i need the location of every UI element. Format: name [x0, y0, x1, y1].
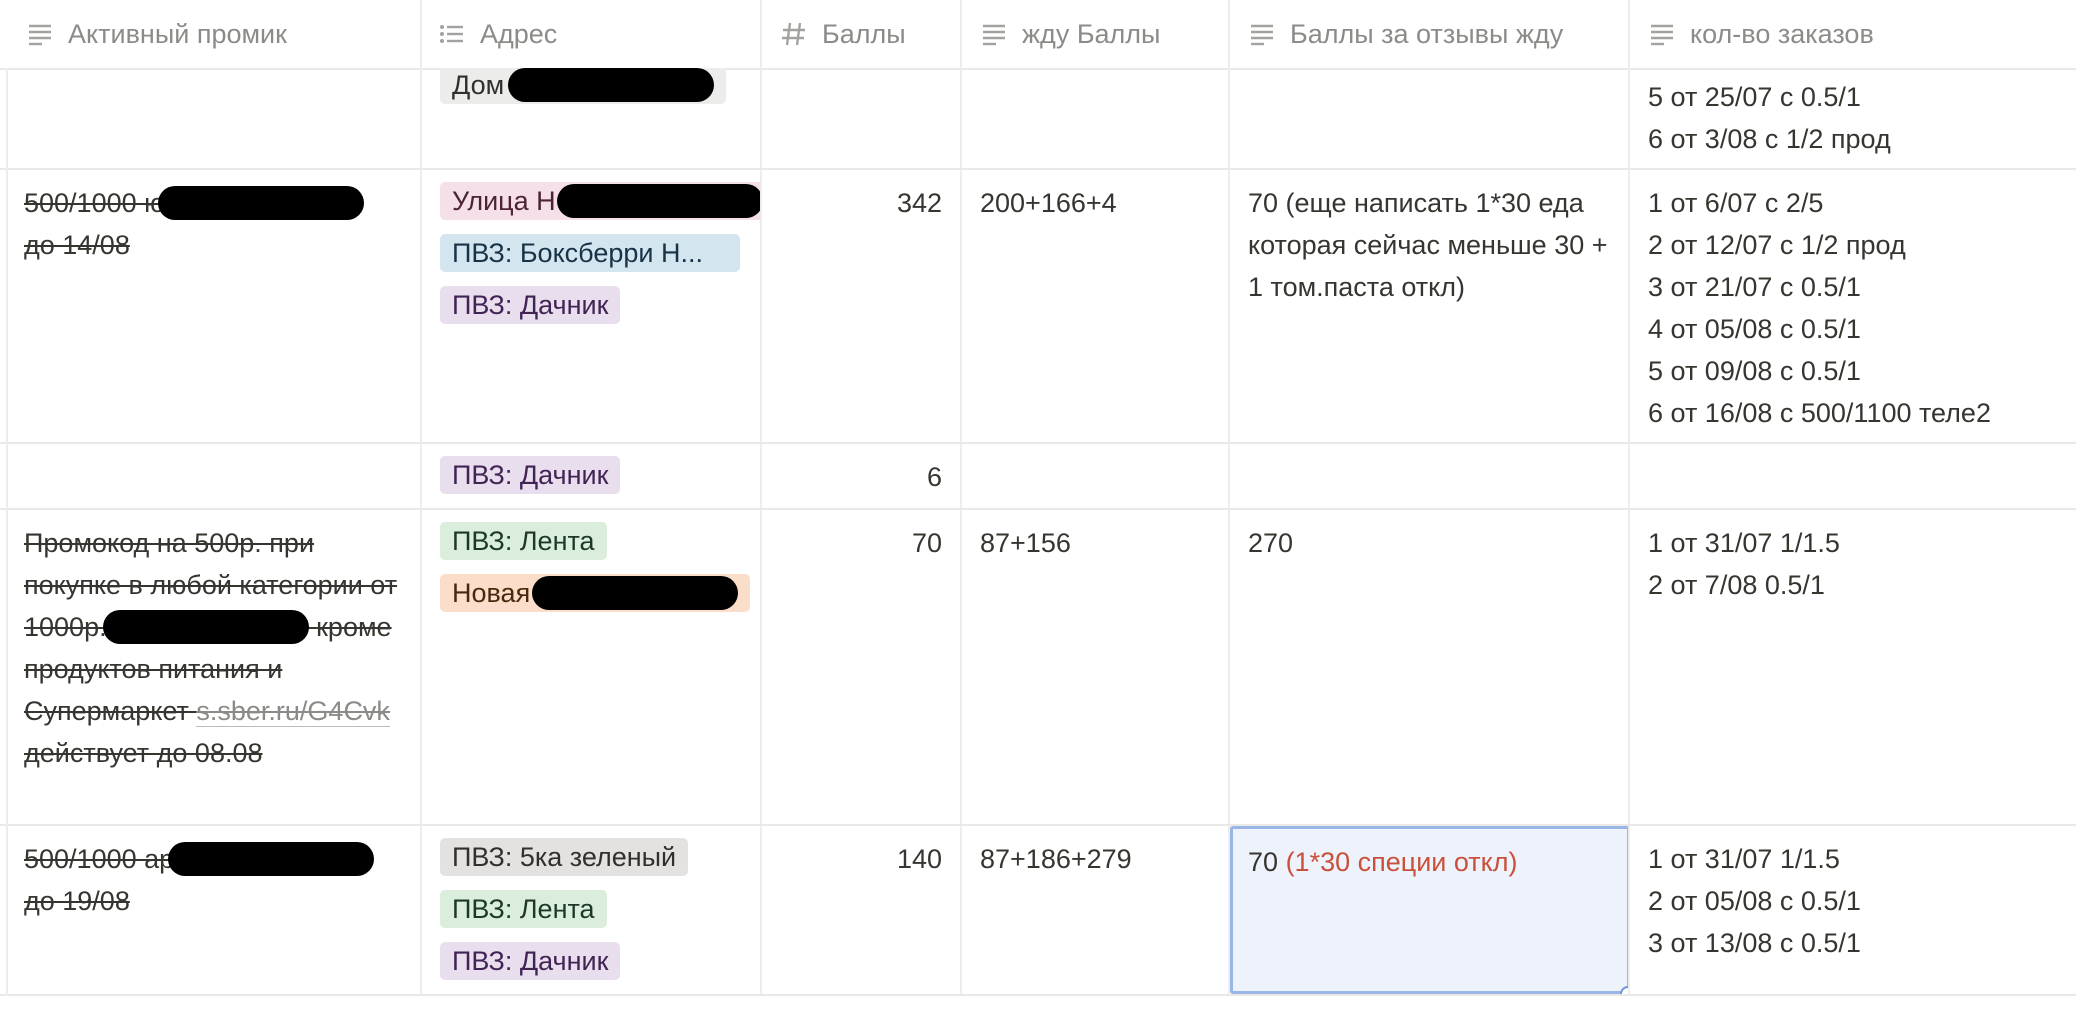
- cell-active-promo[interactable]: [0, 444, 422, 508]
- column-header-review-points[interactable]: Баллы за отзывы жду: [1230, 0, 1630, 68]
- table-row[interactable]: 500/1000 ар до 19/08 ПВЗ: 5ка зеленый ПВ…: [0, 826, 2076, 996]
- redaction: [557, 183, 760, 218]
- promo-text: 500/1000 ар до 19/08: [24, 838, 402, 922]
- cell-points[interactable]: [762, 68, 962, 168]
- promo-line: 500/1000 ар: [24, 844, 175, 874]
- cell-waiting-points[interactable]: 87+186+279: [962, 826, 1230, 994]
- database-table: Активный промик Адрес Баллы жду Баллы Ба…: [0, 0, 2076, 1012]
- address-tag: Дом: [440, 68, 726, 104]
- cell-review-points[interactable]: 70 (1*30 специи откл): [1230, 826, 1630, 994]
- promo-line: действует до 08.08: [24, 738, 263, 768]
- column-label: жду Баллы: [1022, 18, 1161, 49]
- cell-points[interactable]: 70: [762, 510, 962, 824]
- cell-address[interactable]: Улица Н ПВЗ: Боксберри Н... ПВЗ: Дачник: [422, 170, 762, 442]
- cell-active-promo[interactable]: 500/1000 ар до 19/08: [0, 826, 422, 994]
- promo-text: 500/1000 ю до 14/08: [24, 182, 402, 266]
- table-header: Активный промик Адрес Баллы жду Баллы Ба…: [0, 0, 2076, 70]
- column-label: Баллы за отзывы жду: [1290, 18, 1564, 49]
- cell-orders-count[interactable]: 5 от 25/07 с 0.5/1 6 от 3/08 с 1/2 прод: [1630, 68, 2076, 168]
- review-points-note: (1*30 специи откл): [1285, 847, 1518, 877]
- cell-review-points[interactable]: 270: [1230, 510, 1630, 824]
- cell-orders-count[interactable]: 1 от 6/07 с 2/5 2 от 12/07 с 1/2 прод 3 …: [1630, 170, 2076, 442]
- promo-text: Промокод на 500р. при покупке в любой ка…: [24, 522, 406, 774]
- review-points-value: 70: [1248, 847, 1279, 877]
- column-label: кол-во заказов: [1690, 18, 1874, 49]
- table-row[interactable]: Дом 5 от 25/07 с 0.5/1 6 от 3/08 с 1/2 п…: [0, 68, 2076, 170]
- address-tag: ПВЗ: Лента: [440, 890, 607, 928]
- tag-label: Улица Н: [452, 186, 556, 216]
- cell-address[interactable]: ПВЗ: 5ка зеленый ПВЗ: Лента ПВЗ: Дачник: [422, 826, 762, 994]
- text-lines-icon: [1248, 20, 1276, 48]
- cell-points[interactable]: 342: [762, 170, 962, 442]
- address-tag: ПВЗ: 5ка зеленый: [440, 838, 689, 876]
- cell-points[interactable]: 140: [762, 826, 962, 994]
- address-tag: ПВЗ: Боксберри Н...: [440, 234, 740, 272]
- cell-waiting-points[interactable]: 87+156: [962, 510, 1230, 824]
- promo-line: до 19/08: [24, 886, 130, 916]
- cell-address[interactable]: Дом: [422, 68, 762, 168]
- selected-cell-highlight[interactable]: 70 (1*30 специи откл): [1230, 826, 1628, 994]
- address-tag: Новая: [440, 574, 750, 612]
- left-border: [6, 68, 8, 996]
- text-lines-icon: [26, 20, 54, 48]
- promo-line: 500/1000 ю: [24, 188, 165, 218]
- cell-active-promo[interactable]: [0, 68, 422, 168]
- text-lines-icon: [1648, 20, 1676, 48]
- address-tag: ПВЗ: Лента: [440, 522, 607, 560]
- redaction: [158, 185, 365, 220]
- address-tag: ПВЗ: Дачник: [440, 286, 621, 324]
- cell-waiting-points[interactable]: 200+166+4: [962, 170, 1230, 442]
- cell-orders-count[interactable]: 1 от 31/07 1/1.5 2 от 05/08 с 0.5/1 3 от…: [1630, 826, 2076, 994]
- hash-icon: [780, 20, 808, 48]
- cell-address[interactable]: ПВЗ: Дачник: [422, 444, 762, 508]
- cell-review-points[interactable]: [1230, 444, 1630, 508]
- list-icon: [438, 20, 466, 48]
- cell-active-promo[interactable]: 500/1000 ю до 14/08: [0, 170, 422, 442]
- redaction: [531, 575, 738, 610]
- table-row[interactable]: Промокод на 500р. при покупке в любой ка…: [0, 510, 2076, 826]
- promo-link[interactable]: s.sber.ru/G4Cvk: [196, 696, 390, 727]
- tag-label: Дом: [452, 70, 505, 100]
- cell-review-points[interactable]: [1230, 68, 1630, 168]
- cell-points[interactable]: 6: [762, 444, 962, 508]
- cell-review-points[interactable]: 70 (еще написать 1*30 еда которая сейчас…: [1230, 170, 1630, 442]
- column-header-orders-count[interactable]: кол-во заказов: [1630, 0, 2076, 68]
- promo-line: до 14/08: [24, 230, 130, 260]
- column-header-waiting-points[interactable]: жду Баллы: [962, 0, 1230, 68]
- cell-waiting-points[interactable]: [962, 444, 1230, 508]
- redaction: [168, 841, 375, 876]
- column-header-points[interactable]: Баллы: [762, 0, 962, 68]
- address-tag: ПВЗ: Дачник: [440, 456, 621, 494]
- column-header-address[interactable]: Адрес: [422, 0, 762, 68]
- address-tag: ПВЗ: Дачник: [440, 942, 621, 980]
- cell-orders-count[interactable]: 1 от 31/07 1/1.5 2 от 7/08 0.5/1: [1630, 510, 2076, 824]
- redaction: [507, 68, 714, 102]
- cell-waiting-points[interactable]: [962, 68, 1230, 168]
- column-label: Активный промик: [68, 18, 287, 49]
- text-lines-icon: [980, 20, 1008, 48]
- column-label: Адрес: [480, 18, 558, 49]
- cell-orders-count[interactable]: [1630, 444, 2076, 508]
- column-label: Баллы: [822, 18, 906, 49]
- table-row[interactable]: 500/1000 ю до 14/08 Улица Н ПВЗ: Боксбер…: [0, 170, 2076, 444]
- cell-address[interactable]: ПВЗ: Лента Новая: [422, 510, 762, 824]
- table-row[interactable]: ПВЗ: Дачник 6: [0, 444, 2076, 510]
- address-tag: Улица Н: [440, 182, 760, 220]
- cell-active-promo[interactable]: Промокод на 500р. при покупке в любой ка…: [0, 510, 422, 824]
- tag-label: Новая: [452, 578, 531, 608]
- redaction: [102, 609, 309, 644]
- column-header-active-promo[interactable]: Активный промик: [0, 0, 422, 68]
